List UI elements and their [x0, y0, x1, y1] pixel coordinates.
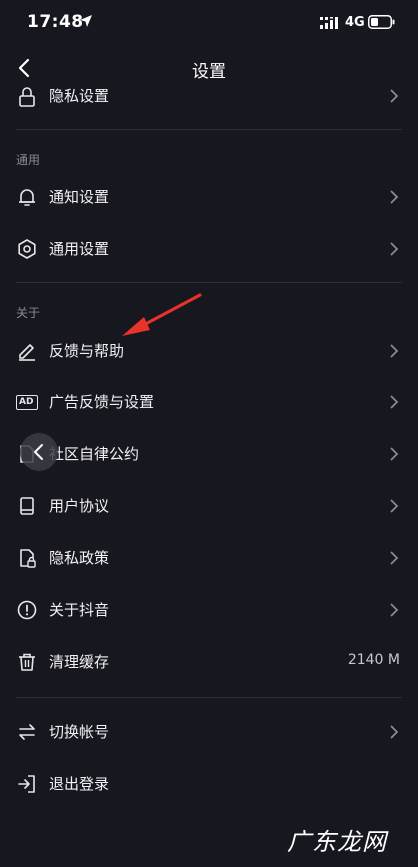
floating-back-chevron-icon	[34, 444, 43, 460]
chevron-right-icon	[390, 447, 399, 461]
swap-arrows-icon	[19, 724, 35, 740]
notification-settings-item[interactable]: 通知设置	[0, 171, 418, 223]
community-rules-item[interactable]: 社区自律公约	[0, 428, 418, 480]
privacy-policy-item[interactable]: 隐私政策	[0, 532, 418, 584]
status-bar: 17:48 4G	[0, 0, 418, 44]
divider	[16, 129, 402, 130]
trash-icon	[19, 653, 35, 671]
location-arrow-icon	[80, 15, 92, 27]
general-settings-label: 通用设置	[49, 240, 110, 258]
general-settings-item[interactable]: 通用设置	[0, 223, 418, 275]
divider	[16, 282, 402, 283]
logout-item[interactable]: 退出登录	[0, 758, 418, 810]
book-icon	[20, 497, 34, 515]
section-header-general: 通用	[16, 153, 41, 167]
chevron-right-icon	[390, 499, 399, 513]
nav-bar-overlay: 设置	[0, 44, 418, 92]
ad-badge-icon: AD	[16, 395, 38, 410]
red-annotation-arrow	[122, 293, 202, 336]
cache-size-value: 2140 M	[347, 652, 400, 668]
cellular-signal-icon	[320, 17, 338, 29]
about-item[interactable]: 关于抖音	[0, 584, 418, 636]
clear-cache-label: 清理缓存	[49, 653, 110, 671]
network-type: 4G	[345, 15, 365, 30]
divider	[16, 697, 402, 698]
logout-icon	[18, 775, 35, 793]
privacy-policy-label: 隐私政策	[49, 549, 110, 567]
gear-icon	[18, 239, 36, 259]
logout-label: 退出登录	[49, 775, 110, 793]
clear-cache-item[interactable]: 清理缓存 2140 M	[0, 636, 418, 688]
switch-account-label: 切换帐号	[49, 723, 110, 741]
switch-account-item[interactable]: 切换帐号	[0, 706, 418, 758]
status-time: 17:48	[27, 12, 84, 32]
feedback-help-label: 反馈与帮助	[49, 342, 125, 360]
ad-feedback-item[interactable]: AD 广告反馈与设置	[0, 376, 418, 428]
chevron-right-icon	[390, 190, 399, 204]
user-agreement-item[interactable]: 用户协议	[0, 480, 418, 532]
feedback-help-item[interactable]: 反馈与帮助	[0, 325, 418, 377]
watermark: 广东龙网	[287, 828, 387, 856]
document-lock-icon	[20, 549, 36, 568]
chevron-right-icon	[390, 603, 399, 617]
battery-icon	[368, 15, 395, 29]
info-circle-icon	[17, 600, 37, 620]
chevron-right-icon	[390, 725, 399, 739]
notification-settings-label: 通知设置	[49, 188, 110, 206]
about-label: 关于抖音	[49, 601, 110, 619]
page-title: 设置	[192, 62, 226, 82]
user-agreement-label: 用户协议	[49, 497, 110, 515]
ad-feedback-label: 广告反馈与设置	[49, 393, 155, 411]
bell-icon	[19, 189, 35, 206]
chevron-right-icon	[390, 242, 399, 256]
section-header-about: 关于	[16, 306, 41, 320]
community-rules-label: 社区自律公约	[49, 445, 140, 463]
chevron-right-icon	[390, 395, 399, 409]
chevron-right-icon	[390, 551, 399, 565]
ad-badge-text: AD	[19, 397, 34, 407]
chevron-right-icon	[390, 344, 399, 358]
pencil-icon	[19, 344, 35, 361]
floating-back-button[interactable]	[20, 433, 58, 471]
